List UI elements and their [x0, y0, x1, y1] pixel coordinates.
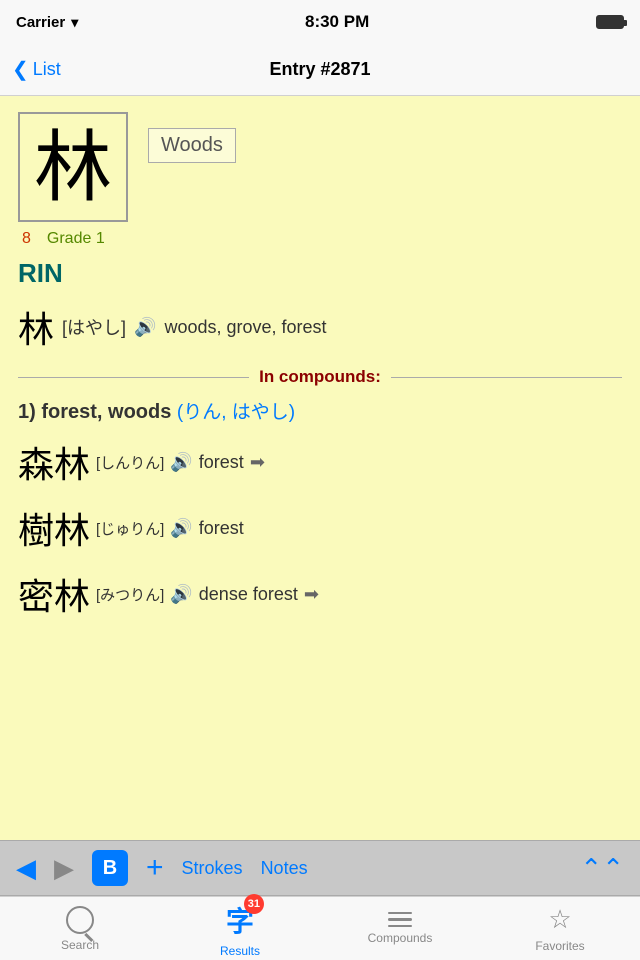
pronunciation-row: 林 [はやし] 🔊 woods, grove, forest	[18, 301, 622, 353]
reading-label: RIN	[18, 258, 622, 289]
compound-reading-1: [しんりん]	[96, 452, 164, 473]
scroll-top-button[interactable]: ⌃⌃	[580, 853, 624, 884]
tab-search[interactable]: Search	[0, 897, 160, 960]
grade-text: Grade 1	[47, 230, 105, 248]
kanji-meaning-text: Woods	[161, 134, 223, 156]
compound-reading-2: [じゅりん]	[96, 518, 164, 539]
tab-results[interactable]: 字 31 Results	[160, 897, 320, 960]
compound-group-number: 1) forest, woods	[18, 401, 177, 423]
back-chevron-icon: ❮	[12, 57, 29, 82]
compounds-icon-wrap	[388, 912, 412, 928]
back-label: List	[33, 59, 61, 80]
compound-row-3: 密林 [みつりん] 🔊 dense forest ➡	[18, 568, 622, 620]
kanji-meaning-box: Woods	[148, 128, 236, 163]
tab-bar: Search 字 31 Results Compounds ☆ Favorite…	[0, 896, 640, 960]
results-badge: 31	[244, 894, 264, 914]
tab-results-label: Results	[220, 944, 260, 958]
carrier-label: Carrier	[16, 14, 65, 31]
compound-meaning-3: dense forest	[199, 584, 298, 605]
divider-text: In compounds:	[259, 367, 381, 387]
nav-bar: ❮ List Entry #2871	[0, 44, 640, 96]
compound-kanji-3: 密林	[18, 568, 90, 620]
compound-group-readings: (りん, はやし)	[177, 402, 295, 423]
compound-row-1: 森林 [しんりん] 🔊 forest ➡	[18, 436, 622, 488]
battery-icon	[596, 15, 624, 29]
speaker-icon-1[interactable]: 🔊	[170, 452, 192, 473]
pron-kanji: 林	[18, 301, 54, 353]
add-button[interactable]: +	[146, 851, 164, 885]
notes-button[interactable]: Notes	[261, 858, 308, 879]
compound-meaning-2: forest	[199, 518, 244, 539]
back-button[interactable]: ❮ List	[12, 57, 61, 82]
arrow-icon-1[interactable]: ➡	[250, 452, 265, 473]
compound-group-title: 1) forest, woods (りん, はやし)	[18, 397, 622, 424]
search-icon	[66, 906, 94, 934]
wifi-icon: ▾	[71, 14, 78, 31]
kanji-box: 林	[18, 112, 128, 222]
toolbar-left: ◀ ▶ B + Strokes Notes	[16, 850, 308, 886]
favorites-icon-wrap: ☆	[548, 904, 571, 935]
time-label: 8:30 PM	[305, 12, 369, 32]
strokes-button[interactable]: Strokes	[182, 858, 243, 879]
pron-reading: [はやし]	[62, 314, 126, 340]
logo-label: B	[103, 857, 117, 880]
compound-row-2: 樹林 [じゅりん] 🔊 forest	[18, 502, 622, 554]
pron-meaning: woods, grove, forest	[164, 317, 326, 338]
tab-compounds-label: Compounds	[368, 931, 433, 945]
nav-title: Entry #2871	[269, 59, 370, 80]
carrier-wifi: Carrier ▾	[16, 14, 78, 31]
favorites-icon: ☆	[548, 904, 571, 935]
prev-button[interactable]: ◀	[16, 853, 36, 884]
strokes-count: 8	[22, 230, 31, 248]
compounds-icon	[388, 912, 412, 928]
compound-reading-3: [みつりん]	[96, 584, 164, 605]
kanji-info: Woods	[148, 112, 236, 163]
tab-favorites[interactable]: ☆ Favorites	[480, 897, 640, 960]
arrow-icon-3[interactable]: ➡	[304, 584, 319, 605]
grade-row: 8 Grade 1	[18, 230, 622, 248]
toolbar: ◀ ▶ B + Strokes Notes ⌃⌃	[0, 840, 640, 896]
search-icon-wrap	[66, 906, 94, 934]
status-bar: Carrier ▾ 8:30 PM	[0, 0, 640, 44]
kanji-header: 林 Woods	[18, 112, 622, 222]
divider-line-right	[391, 377, 622, 378]
compound-kanji-2: 樹林	[18, 502, 90, 554]
tab-compounds[interactable]: Compounds	[320, 897, 480, 960]
divider-line-left	[18, 377, 249, 378]
speaker-icon-3[interactable]: 🔊	[170, 584, 192, 605]
main-content: 林 Woods 8 Grade 1 RIN 林 [はやし] 🔊 woods, g…	[0, 96, 640, 840]
logo-button[interactable]: B	[92, 850, 128, 886]
compound-meaning-1: forest	[199, 452, 244, 473]
next-button[interactable]: ▶	[54, 853, 74, 884]
speaker-icon-2[interactable]: 🔊	[170, 518, 192, 539]
tab-favorites-label: Favorites	[535, 939, 584, 953]
kanji-character: 林	[34, 128, 112, 206]
compound-kanji-1: 森林	[18, 436, 90, 488]
compounds-divider: In compounds:	[18, 367, 622, 387]
speaker-icon[interactable]: 🔊	[134, 317, 156, 338]
results-icon-wrap: 字 31	[226, 900, 254, 940]
